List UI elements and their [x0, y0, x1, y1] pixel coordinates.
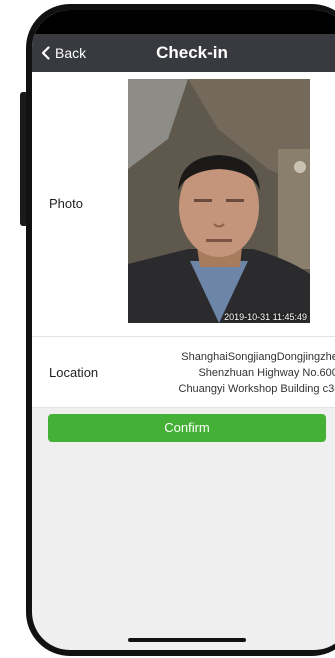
selfie-image: [128, 79, 310, 323]
checkin-photo[interactable]: 2019-10-31 11:45:49: [128, 79, 310, 323]
device-frame: Back Check-in Photo 2019-10-31 11:45:49 …: [0, 0, 335, 658]
location-label: Location: [49, 365, 99, 380]
status-bar: [32, 10, 335, 34]
address: ShanghaiSongjiangDongjingzhen Shenzhuan …: [179, 349, 335, 397]
photo-label: Photo: [49, 196, 83, 211]
location-row: Location ShanghaiSongjiangDongjingzhen S…: [32, 337, 335, 408]
address-line: ShanghaiSongjiangDongjingzhen: [181, 351, 335, 363]
photo-row: Photo 2019-10-31 11:45:49: [32, 72, 335, 337]
address-line: Shenzhuan Highway No.6000: [198, 367, 335, 379]
nav-bar: Back Check-in: [32, 34, 335, 72]
page-title: Check-in: [156, 43, 228, 62]
screen: Back Check-in Photo 2019-10-31 11:45:49 …: [32, 10, 335, 650]
home-indicator: [128, 638, 246, 642]
address-line: Chuangyi Workshop Building c3-2: [178, 383, 335, 395]
checkin-card: Photo 2019-10-31 11:45:49 Location Shang…: [32, 72, 335, 408]
confirm-button[interactable]: Confirm: [48, 414, 326, 442]
photo-timestamp: 2019-10-31 11:45:49: [224, 312, 307, 322]
